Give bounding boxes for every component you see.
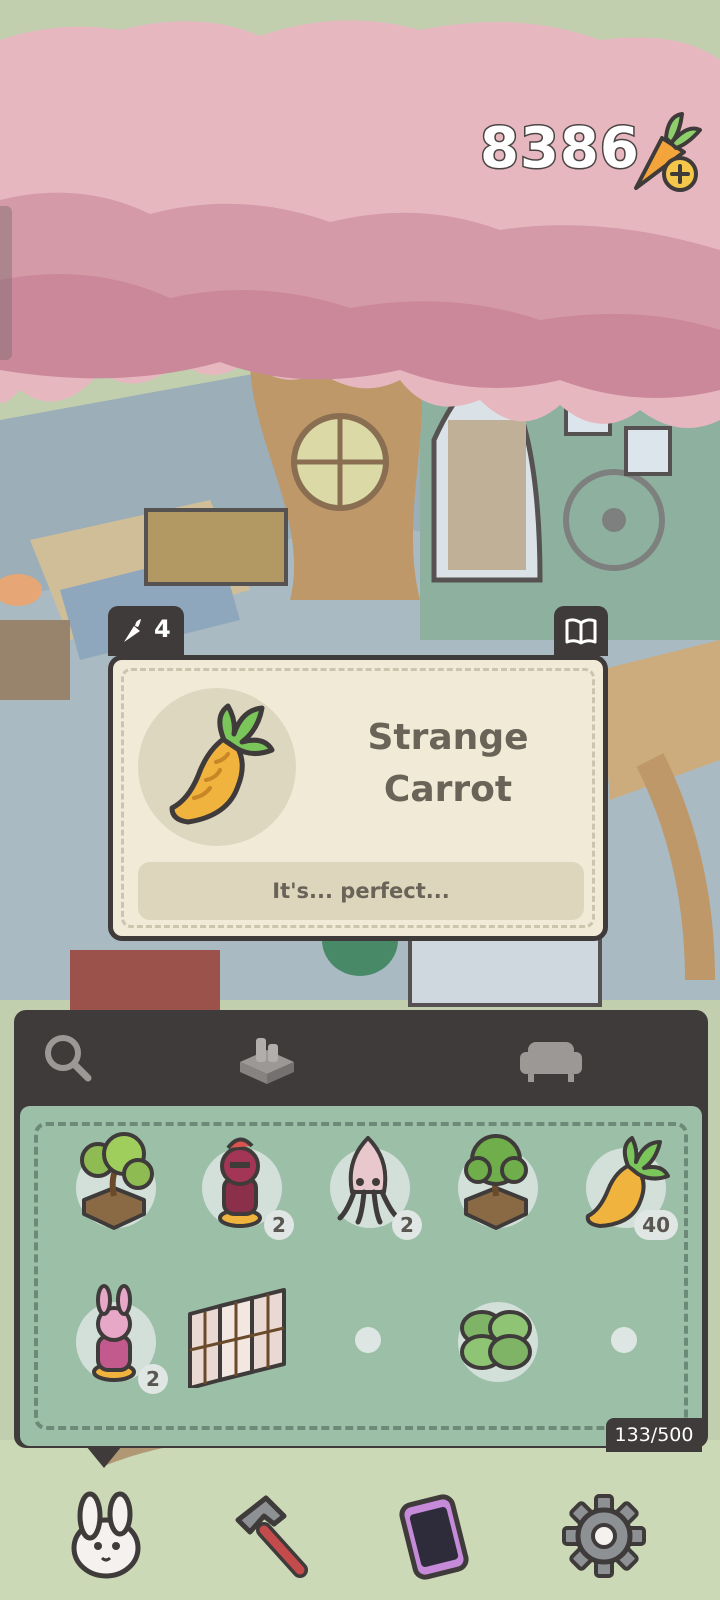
search-icon[interactable] (38, 1028, 98, 1088)
phone-icon[interactable] (388, 1490, 480, 1582)
inventory-grid: 2 2 40 2 (20, 1106, 702, 1446)
inventory-capacity: 133/500 (606, 1418, 702, 1452)
bunny-icon[interactable] (60, 1490, 152, 1582)
codex-button[interactable] (554, 606, 608, 656)
carrot-currency-display[interactable]: 8386 (479, 108, 710, 198)
carrot-plus-icon[interactable] (622, 108, 702, 198)
inventory-slot-bonsai[interactable] (54, 1126, 174, 1246)
inventory-panel: 2 2 40 2 (14, 1010, 708, 1448)
bonsai-planter-icon (464, 1134, 528, 1230)
inventory-slot-strange-carrot[interactable]: 40 (564, 1126, 684, 1246)
strange-carrot-icon (169, 703, 275, 825)
inventory-tabs (14, 1010, 708, 1102)
item-count: 2 (264, 1210, 294, 1240)
item-description: It's... perfect... (138, 862, 584, 920)
inventory-slot-clover[interactable] (436, 1280, 556, 1400)
item-portrait (138, 688, 296, 846)
gear-icon[interactable] (558, 1490, 650, 1582)
item-name: Strange Carrot (318, 712, 578, 816)
sofa-icon[interactable] (516, 1028, 586, 1088)
item-price: 4 (154, 615, 171, 643)
inventory-slot-bonsai-2[interactable] (436, 1126, 556, 1246)
empty-slot-dot (611, 1327, 637, 1353)
panel-pointer (86, 1446, 122, 1468)
decor-icon[interactable] (234, 1028, 300, 1088)
inventory-slot-red-knight[interactable]: 2 (180, 1126, 300, 1246)
clover-plant-icon (460, 1310, 532, 1370)
bonsai-planter-icon (80, 1132, 154, 1230)
carrot-icon (124, 619, 141, 642)
empty-slot-dot (355, 1327, 381, 1353)
carrot-count: 8386 (479, 115, 641, 183)
item-count: 2 (138, 1364, 168, 1394)
inventory-slot-pink-bunny[interactable]: 2 (54, 1280, 174, 1400)
inventory-slot-squid[interactable]: 2 (308, 1126, 428, 1246)
hammer-icon[interactable] (224, 1490, 316, 1582)
side-drawer-handle[interactable] (0, 206, 12, 360)
item-count: 2 (392, 1210, 422, 1240)
item-count: 40 (634, 1210, 678, 1240)
inventory-slot-empty[interactable] (564, 1280, 684, 1400)
inventory-slot-empty[interactable] (308, 1280, 428, 1400)
folding-screen-icon (188, 1288, 286, 1388)
item-price-tag: 4 (108, 606, 184, 656)
inventory-slot-folding-screen[interactable] (180, 1280, 300, 1400)
book-icon (565, 618, 597, 645)
item-name-line1: Strange (367, 717, 529, 758)
item-name-line2: Carrot (383, 769, 513, 810)
